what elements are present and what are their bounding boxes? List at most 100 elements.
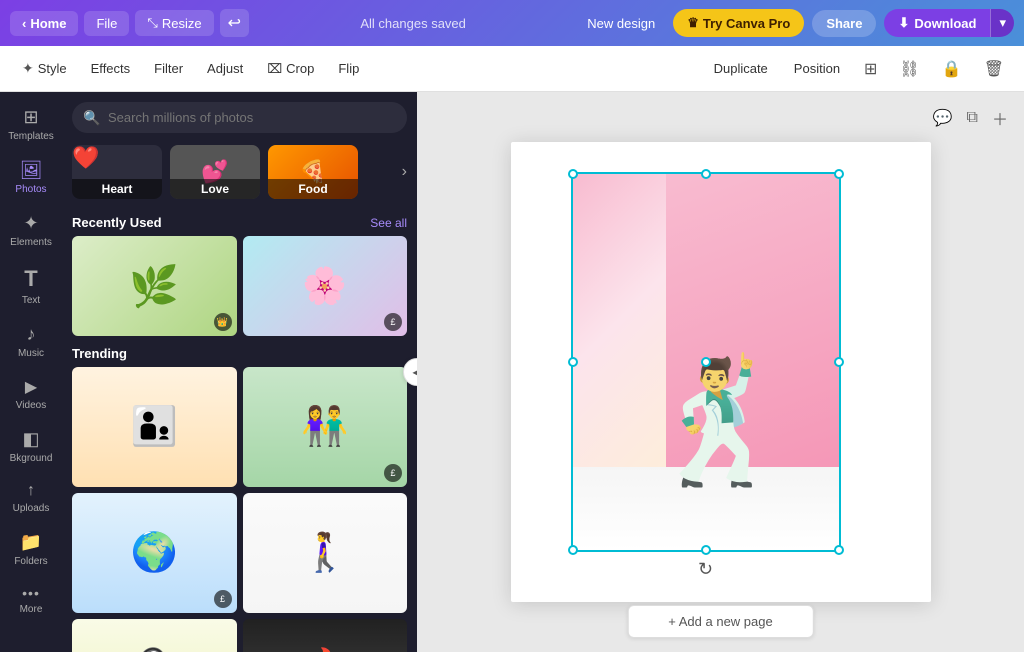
globe-image: 🌍 <box>72 493 237 613</box>
filter-button[interactable]: Filter <box>144 55 193 82</box>
delete-button[interactable]: 🗑 <box>976 53 1012 85</box>
add-page-label: + Add a new page <box>668 614 772 629</box>
download-more-button[interactable]: ▾ <box>990 9 1014 37</box>
sidebar-item-photos[interactable]: 🖼 Photos <box>0 152 62 203</box>
man-boy-image: 👨‍👦 <box>72 367 237 487</box>
grid-button[interactable]: ⊞ <box>856 53 885 85</box>
trending-photo-man-boy[interactable]: 👨‍👦 <box>72 367 237 487</box>
download-icon: ⬇ <box>898 15 909 31</box>
panel-search-area: 🔍 <box>62 92 417 139</box>
resize-button[interactable]: ⤡ Resize <box>135 10 213 36</box>
flip-button[interactable]: Flip <box>328 55 369 82</box>
plus-icon: ＋ <box>992 112 1008 129</box>
link-button[interactable]: ⛓ <box>891 53 927 85</box>
adjust-button[interactable]: Adjust <box>197 55 253 82</box>
canvas-add-button[interactable]: ＋ <box>988 102 1012 134</box>
badge-crown: 👑 <box>214 313 232 331</box>
sidebar-item-label: Photos <box>15 184 46 195</box>
category-pill-love[interactable]: 💕 Love <box>170 145 260 199</box>
resize-label: Resize <box>162 16 202 31</box>
trash-icon: 🗑 <box>984 61 1004 78</box>
file-button[interactable]: File <box>84 11 129 36</box>
trending-photo-couple[interactable]: 👫 £ <box>243 367 408 487</box>
sidebar-item-more[interactable]: ••• More <box>0 577 62 623</box>
hide-icon: ◀ <box>412 365 417 379</box>
more-icon: ••• <box>22 585 40 601</box>
filter-label: Filter <box>154 61 183 76</box>
woman-figure: 🕺 <box>646 362 795 482</box>
share-button[interactable]: Share <box>812 10 876 37</box>
download-button[interactable]: ⬇ Download <box>884 9 990 37</box>
duplicate-button[interactable]: Duplicate <box>704 55 778 82</box>
style-button[interactable]: ✦ Style <box>12 54 77 83</box>
handle-mid-left[interactable] <box>568 357 578 367</box>
try-canva-button[interactable]: ♛ Try Canva Pro <box>673 9 804 37</box>
add-page-button[interactable]: + Add a new page <box>627 605 813 638</box>
music-icon: ♪ <box>27 324 36 345</box>
search-input[interactable] <box>72 102 407 133</box>
see-all-button[interactable]: See all <box>370 216 407 230</box>
videos-icon: ▶ <box>25 377 37 397</box>
new-design-label: New design <box>587 16 655 31</box>
sidebar-item-templates[interactable]: ⊞ Templates <box>0 99 62 150</box>
sidebar-item-elements[interactable]: ✦ Elements <box>0 205 62 256</box>
trending-title: Trending <box>72 346 127 361</box>
category-label: Food <box>268 179 358 199</box>
canvas-copy-button[interactable]: ⧉ <box>963 102 982 134</box>
position-label: Position <box>794 61 840 76</box>
category-pill-heart[interactable]: ❤️ Heart <box>72 145 162 199</box>
recent-photo-flowers[interactable]: 🌸 £ <box>243 236 408 336</box>
sidebar-item-text[interactable]: T Text <box>0 258 62 314</box>
trending-photo-woman[interactable]: 🚶‍♀️ <box>243 493 408 613</box>
trending-header: Trending <box>72 346 407 361</box>
handle-bottom-left[interactable] <box>568 545 578 555</box>
position-button[interactable]: Position <box>784 55 850 82</box>
photos-icon: 🖼 <box>20 160 43 181</box>
copy-icon: ⧉ <box>967 109 978 126</box>
handle-top-right[interactable] <box>834 169 844 179</box>
trending-photo-fire[interactable]: 🔥 <box>243 619 408 652</box>
try-canva-label: Try Canva Pro <box>703 16 790 31</box>
selected-image-container[interactable]: 🕺 ↻ <box>571 172 841 552</box>
crown-icon: ♛ <box>687 15 699 31</box>
sidebar-item-uploads[interactable]: ↑ Uploads <box>0 474 62 522</box>
sidebar-item-background[interactable]: ◧ Bkground <box>0 421 62 472</box>
crop-label: Crop <box>286 61 314 76</box>
sidebar-item-folders[interactable]: 📁 Folders <box>0 524 62 575</box>
fire-image: 🔥 <box>243 619 408 652</box>
canvas-comment-button[interactable]: 💬 <box>929 102 957 134</box>
handle-mid-right[interactable] <box>834 357 844 367</box>
couple-image: 👫 <box>243 367 408 487</box>
recent-photo-leaf[interactable]: 🌿 👑 <box>72 236 237 336</box>
save-status: All changes saved <box>360 16 466 31</box>
category-scroll-right[interactable]: › <box>402 163 407 181</box>
panel-content: Recently Used See all 🌿 👑 🌸 £ Trending <box>62 205 417 652</box>
trending-photo-globe[interactable]: 🌍 £ <box>72 493 237 613</box>
badge-pound: £ <box>384 313 402 331</box>
sidebar-item-label: Music <box>18 348 44 359</box>
undo-button[interactable]: ↩ <box>220 9 249 37</box>
category-pill-food[interactable]: 🍕 Food <box>268 145 358 199</box>
category-row: ❤️ Heart 💕 Love 🍕 Food › <box>62 139 417 205</box>
handle-bottom-mid[interactable] <box>701 545 711 555</box>
sidebar-item-videos[interactable]: ▶ Videos <box>0 369 62 419</box>
new-design-button[interactable]: New design <box>577 11 665 36</box>
effects-button[interactable]: Effects <box>81 55 141 82</box>
secondary-bar: ✦ Style Effects Filter Adjust ⌧ Crop Fli… <box>0 46 1024 92</box>
handle-inner[interactable] <box>701 357 711 367</box>
handle-top-mid[interactable] <box>701 169 711 179</box>
search-icon: 🔍 <box>83 109 100 126</box>
trending-photo-kitchen[interactable]: 🍳 <box>72 619 237 652</box>
top-bar-right: New design ♛ Try Canva Pro Share ⬇ Downl… <box>577 9 1014 37</box>
sidebar-item-label: Elements <box>10 237 52 248</box>
handle-bottom-right[interactable] <box>834 545 844 555</box>
lock-button[interactable]: 🔒 <box>934 53 970 85</box>
rotate-handle[interactable]: ↻ <box>698 559 713 580</box>
crop-button[interactable]: ⌧ Crop <box>257 55 324 83</box>
home-button[interactable]: ‹ Home <box>10 11 78 36</box>
category-label: Heart <box>72 179 162 199</box>
elements-icon: ✦ <box>23 213 38 234</box>
handle-top-left[interactable] <box>568 169 578 179</box>
uploads-icon: ↑ <box>27 482 35 500</box>
sidebar-item-music[interactable]: ♪ Music <box>0 316 62 367</box>
